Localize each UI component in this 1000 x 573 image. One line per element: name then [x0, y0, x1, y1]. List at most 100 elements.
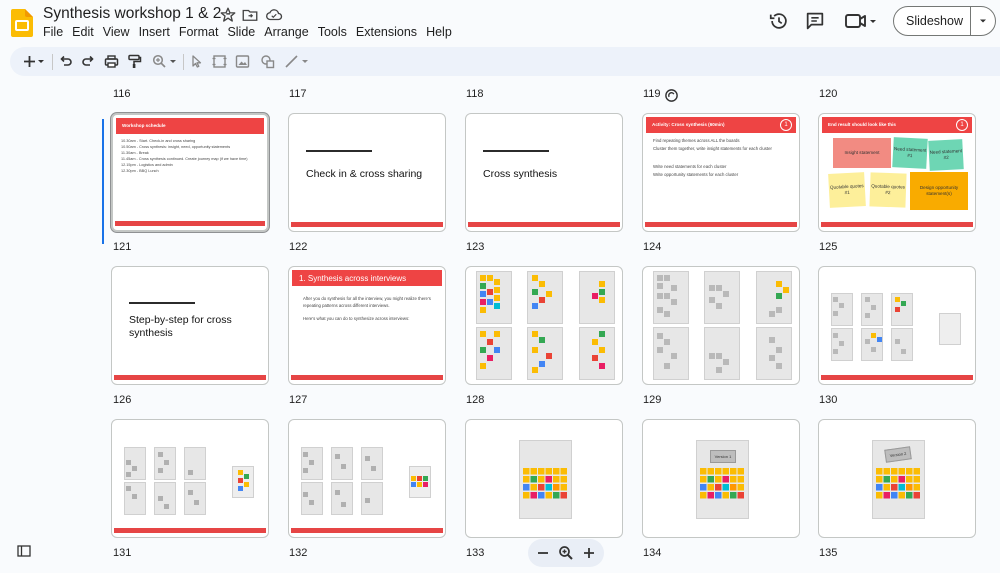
move-to-folder-icon[interactable]: [241, 6, 259, 24]
sticky-notes: [480, 275, 605, 373]
line-icon[interactable]: [283, 53, 300, 70]
sticky-note: [553, 492, 560, 499]
dropdown-icon[interactable]: [168, 53, 178, 70]
slide-rule: [306, 150, 372, 152]
sticky-note: [722, 492, 729, 499]
slide-thumbnail-125[interactable]: End result should look like this 1 Insig…: [818, 113, 976, 232]
slide-rule: [483, 150, 549, 152]
sticky-note: [891, 468, 898, 475]
sticky-note: [553, 476, 560, 483]
sticky-note: [545, 484, 552, 491]
sticky-note: [891, 492, 898, 499]
slide-thumbnail-134[interactable]: Version 1: [642, 419, 800, 538]
menu-format[interactable]: Format: [179, 25, 227, 39]
menu-view[interactable]: View: [103, 25, 138, 39]
slide-thumbnail-127[interactable]: 1. Synthesis across interviews After you…: [288, 266, 446, 385]
sticky-note: [530, 468, 537, 475]
slides-logo-icon[interactable]: [11, 9, 33, 37]
menu-edit[interactable]: Edit: [72, 25, 102, 39]
slide-thumbnail-128[interactable]: [465, 266, 623, 385]
sticky-note: [530, 492, 537, 499]
slide-bullet: Write opportunity statements for each cl…: [653, 172, 739, 177]
slide-bullet: Write need statements for each cluster: [653, 164, 727, 169]
slide-thumbnail-123[interactable]: Cross synthesis: [465, 113, 623, 232]
slide-footer: [115, 221, 265, 226]
link-icon[interactable]: [664, 88, 679, 103]
select-icon[interactable]: [188, 53, 205, 70]
sticky-note: [715, 468, 722, 475]
slide-number: 116: [113, 88, 131, 100]
sticky-note: [737, 492, 744, 499]
zoom-out-icon[interactable]: [536, 546, 550, 560]
sticky-note: [715, 476, 722, 483]
sticky-notes: [876, 468, 920, 499]
slide-thumbnail-124[interactable]: Activity: Cross synthesis (60min) 1 Find…: [642, 113, 800, 232]
slide-heading: End result should look like this: [822, 117, 972, 133]
sticky-note: [700, 468, 707, 475]
sticky-note: [538, 492, 545, 499]
slide-line: After you do synthesis for all the inter…: [303, 296, 431, 308]
dropdown-icon[interactable]: [36, 53, 46, 70]
slide-heading: Workshop schedule: [116, 118, 264, 134]
slide-thumbnail-130[interactable]: [818, 266, 976, 385]
sticky-note: [906, 492, 913, 499]
cloud-status-icon[interactable]: [265, 6, 283, 24]
sticky-note: [707, 476, 714, 483]
undo-icon[interactable]: [57, 53, 74, 70]
sticky-note: [715, 484, 722, 491]
slide-thumbnail-135[interactable]: Version 2: [818, 419, 976, 538]
sticky-note: [700, 484, 707, 491]
zoom-add-icon[interactable]: [582, 546, 596, 560]
menu-insert[interactable]: Insert: [139, 25, 178, 39]
menu-file[interactable]: File: [43, 25, 71, 39]
sticky-note: [538, 468, 545, 475]
sticky-note: [737, 476, 744, 483]
grey-sticky-notes: [657, 275, 789, 373]
sticky-note: [876, 476, 883, 483]
paint-format-icon[interactable]: [126, 53, 143, 70]
slide-line: 12.30pm - BBQ Lunch: [121, 169, 159, 173]
menu-slide[interactable]: Slide: [227, 25, 263, 39]
slide-number: 126: [113, 394, 132, 406]
shape-icon[interactable]: [259, 53, 276, 70]
dropdown-icon[interactable]: [300, 53, 310, 70]
slideshow-button[interactable]: Slideshow: [893, 6, 996, 36]
slideshow-label: Slideshow: [906, 14, 963, 28]
menu-tools[interactable]: Tools: [318, 25, 355, 39]
document-title[interactable]: Synthesis workshop 1 & 2 -: [43, 5, 231, 23]
slide-thumbnail-126[interactable]: Step-by-step for cross synthesis: [111, 266, 269, 385]
meet-camera-icon[interactable]: [843, 10, 877, 32]
slide-thumbnail-122[interactable]: Check in & cross sharing: [288, 113, 446, 232]
slide-thumbnail-131[interactable]: [111, 419, 269, 538]
image-icon[interactable]: [234, 53, 251, 70]
menu-arrange[interactable]: Arrange: [264, 25, 316, 39]
sticky-note: [523, 468, 530, 475]
slideshow-dropdown-icon[interactable]: [971, 16, 995, 26]
menu-extensions[interactable]: Extensions: [356, 25, 425, 39]
slide-number: 118: [466, 88, 484, 100]
comments-icon[interactable]: [804, 10, 826, 32]
slide-title: Step-by-step for cross synthesis: [129, 314, 232, 339]
menu-help[interactable]: Help: [426, 25, 460, 39]
frame-icon[interactable]: [211, 53, 228, 70]
slide-thumbnail-129[interactable]: [642, 266, 800, 385]
sticky-note: [560, 492, 567, 499]
sticky-note: [722, 484, 729, 491]
slide-number: 123: [466, 241, 485, 253]
sticky-note: [715, 492, 722, 499]
slide-number: 119: [643, 88, 661, 100]
zoom-in-icon[interactable]: [558, 545, 574, 561]
slide-thumbnail-133[interactable]: [465, 419, 623, 538]
print-icon[interactable]: [103, 53, 120, 70]
slide-footer: [821, 222, 973, 227]
sticky-notes: [523, 468, 567, 499]
redo-icon[interactable]: [80, 53, 97, 70]
star-icon[interactable]: [219, 6, 237, 24]
slide-number: 134: [643, 547, 662, 559]
zoom-icon[interactable]: [151, 53, 168, 70]
slide-thumbnail-132[interactable]: [288, 419, 446, 538]
filmstrip-toggle-icon[interactable]: [17, 544, 31, 558]
slide-thumbnail-121[interactable]: Workshop schedule 10.30am - Start. Check…: [111, 113, 269, 232]
sticky-note: Quotable quotes #1: [828, 172, 866, 208]
version-history-icon[interactable]: [768, 10, 790, 32]
